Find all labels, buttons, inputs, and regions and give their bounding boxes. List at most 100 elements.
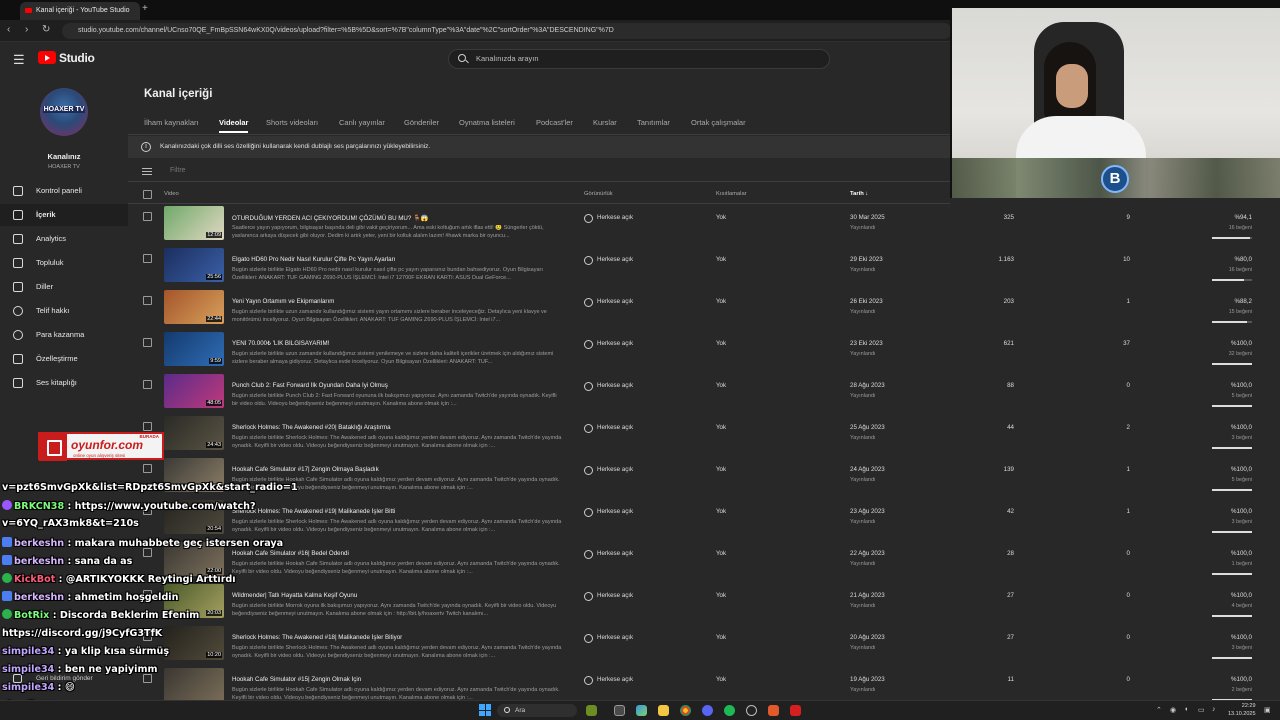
video-thumbnail[interactable]: 22:44 (164, 290, 224, 324)
video-title[interactable]: Sherlock Holmes: The Awakened #20| Batak… (232, 424, 572, 431)
table-row[interactable]: 10:20 Sherlock Holmes: The Awakened #18| … (128, 624, 1280, 666)
row-checkbox[interactable] (143, 212, 152, 221)
notifications-icon[interactable]: ▣ (1264, 706, 1271, 714)
widgets-icon[interactable] (586, 705, 597, 716)
column-restrictions[interactable]: Kısıtlamalar (716, 184, 747, 204)
video-title[interactable]: OTURDUĞUM YERDEN ACI ÇEKIYORDUM! ÇÖZÜMÜ … (232, 214, 572, 222)
tab-collaborations[interactable]: Ortak çalışmalar (691, 118, 746, 127)
visibility-cell[interactable]: Herkese açık (584, 676, 633, 685)
channel-avatar[interactable]: HOAXER TV (40, 88, 88, 136)
visibility-cell[interactable]: Herkese açık (584, 214, 633, 223)
chrome-icon[interactable] (680, 705, 691, 716)
tab-inspiration[interactable]: İlham kaynakları (144, 118, 199, 127)
obs-icon[interactable] (746, 705, 757, 716)
visibility-cell[interactable]: Herkese açık (584, 550, 633, 559)
table-row[interactable]: 25:56 Elgato HD60 Pro Nedir Nasıl Kurulur… (128, 246, 1280, 288)
discord-icon[interactable] (702, 705, 713, 716)
network-icon[interactable]: ◉ (1170, 706, 1176, 714)
column-date[interactable]: Tarih ↓ (850, 184, 868, 204)
volume-icon[interactable]: ◖ (1184, 706, 1188, 713)
edge-icon[interactable] (636, 705, 647, 716)
visibility-cell[interactable]: Herkese açık (584, 424, 633, 433)
task-view-icon[interactable] (614, 705, 625, 716)
table-row[interactable]: 9:59 YENİ 70.000₺ 'LİK BİLGİSAYARIM! Bugün… (128, 330, 1280, 372)
visibility-cell[interactable]: Herkese açık (584, 298, 633, 307)
sidebar-item-community[interactable]: Topluluk (0, 252, 128, 274)
taskbar-search[interactable]: Ara (497, 704, 577, 717)
windows-start-icon[interactable] (479, 704, 491, 716)
video-thumbnail[interactable]: 25:56 (164, 248, 224, 282)
row-checkbox[interactable] (143, 464, 152, 473)
video-thumbnail[interactable]: 12:09 (164, 206, 224, 240)
tab-shorts[interactable]: Shorts videoları (266, 118, 318, 127)
tab-videos[interactable]: Videolar (219, 118, 249, 133)
table-row[interactable]: 24:43 Sherlock Holmes: The Awakened #20| … (128, 414, 1280, 456)
table-row[interactable]: 22:00 Hookah Cafe Simulator #16| Bedel Öd… (128, 540, 1280, 582)
filter-icon[interactable] (142, 168, 152, 170)
sidebar-item-customization[interactable]: Özelleştirme (0, 348, 128, 370)
speaker-icon[interactable]: ♪ (1212, 706, 1216, 713)
table-row[interactable]: 20:54 Sherlock Holmes: The Awakened #19| … (128, 498, 1280, 540)
file-explorer-icon[interactable] (658, 705, 669, 716)
hamburger-menu-icon[interactable]: ☰ (13, 52, 25, 68)
studio-brand[interactable]: Studio (59, 51, 95, 65)
video-thumbnail[interactable]: 9:59 (164, 332, 224, 366)
youtube-logo-icon[interactable] (38, 51, 56, 64)
sidebar-item-dashboard[interactable]: Kontrol paneli (0, 180, 128, 202)
sidebar-item-analytics[interactable]: Analytics (0, 228, 128, 250)
visibility-cell[interactable]: Herkese açık (584, 592, 633, 601)
spotify-icon[interactable] (724, 705, 735, 716)
back-icon[interactable]: ‹ (7, 24, 10, 35)
new-tab-button[interactable]: + (142, 3, 148, 14)
row-checkbox[interactable] (143, 296, 152, 305)
table-row[interactable]: 20:03 Wildmender| Tatlı Hayatta Kalma Keş… (128, 582, 1280, 624)
visibility-cell[interactable]: Herkese açık (584, 340, 633, 349)
row-checkbox[interactable] (143, 422, 152, 431)
tab-courses[interactable]: Kurslar (593, 118, 617, 127)
video-thumbnail[interactable]: 24:43 (164, 416, 224, 450)
visibility-cell[interactable]: Herkese açık (584, 256, 633, 265)
tab-playlists[interactable]: Oynatma listeleri (459, 118, 515, 127)
table-row[interactable]: 12:09 OTURDUĞUM YERDEN ACI ÇEKIYORDUM! ÇÖ… (128, 204, 1280, 246)
video-thumbnail[interactable]: 48:05 (164, 374, 224, 408)
table-row[interactable]: 22:44 Yeni Yayın Ortamım ve Ekipmanlarım B… (128, 288, 1280, 330)
row-checkbox[interactable] (143, 254, 152, 263)
tab-podcasts[interactable]: Podcast'ler (536, 118, 573, 127)
column-visibility[interactable]: Görünürlük (584, 184, 613, 204)
forward-icon[interactable]: › (25, 24, 28, 35)
sidebar-item-copyright[interactable]: Telif hakkı (0, 300, 128, 322)
url-field[interactable]: studio.youtube.com/channel/UCnso70QE_FmB… (62, 23, 952, 39)
visibility-cell[interactable]: Herkese açık (584, 382, 633, 391)
select-all-checkbox[interactable] (143, 190, 152, 199)
video-title[interactable]: Elgato HD60 Pro Nedir Nasıl Kurulur Çift… (232, 256, 572, 263)
sidebar-item-monetization[interactable]: Para kazanma (0, 324, 128, 346)
visibility-cell[interactable]: Herkese açık (584, 508, 633, 517)
table-row[interactable]: Hookah Cafe Simulator #15| Zengin Olmak … (128, 666, 1280, 700)
visibility-cell[interactable]: Herkese açık (584, 634, 633, 643)
taskbar-clock[interactable]: 22:29 13.10.2025 (1228, 702, 1256, 718)
tab-promotions[interactable]: Tanıtımlar (637, 118, 670, 127)
table-row[interactable]: 27:26 Hookah Cafe Simulator #17| Zengin O… (128, 456, 1280, 498)
sidebar-item-content[interactable]: İçerik (0, 204, 128, 226)
reload-icon[interactable]: ↻ (42, 24, 50, 35)
recording-app-icon[interactable] (790, 705, 801, 716)
tray-chevron-icon[interactable]: ⌃ (1156, 706, 1162, 714)
filter-bar[interactable]: Filtre (128, 160, 950, 182)
channel-search-input[interactable]: Kanalınızda arayın (448, 49, 830, 69)
video-title[interactable]: Hookah Cafe Simulator #17| Zengin Olmaya… (232, 466, 572, 473)
video-title[interactable]: Punch Club 2: Fast Forward İlk Oyundan D… (232, 382, 572, 389)
tab-posts[interactable]: Gönderiler (404, 118, 439, 127)
video-title[interactable]: Yeni Yayın Ortamım ve Ekipmanlarım (232, 298, 572, 305)
video-title[interactable]: YENİ 70.000₺ 'LİK BİLGİSAYARIM! (232, 340, 572, 347)
likes-percent-cell: %100,0 (1231, 340, 1252, 347)
row-checkbox[interactable] (143, 380, 152, 389)
row-checkbox[interactable] (143, 338, 152, 347)
sidebar-item-languages[interactable]: Diller (0, 276, 128, 298)
battery-icon[interactable]: ▭ (1198, 706, 1205, 714)
browser-tab[interactable]: Kanal içeriği - YouTube Studio (20, 2, 140, 20)
visibility-cell[interactable]: Herkese açık (584, 466, 633, 475)
tab-live[interactable]: Canlı yayınlar (339, 118, 385, 127)
sidebar-item-audio-library[interactable]: Ses kitaplığı (0, 372, 128, 394)
table-row[interactable]: 48:05 Punch Club 2: Fast Forward İlk Oyun… (128, 372, 1280, 414)
brave-icon[interactable] (768, 705, 779, 716)
